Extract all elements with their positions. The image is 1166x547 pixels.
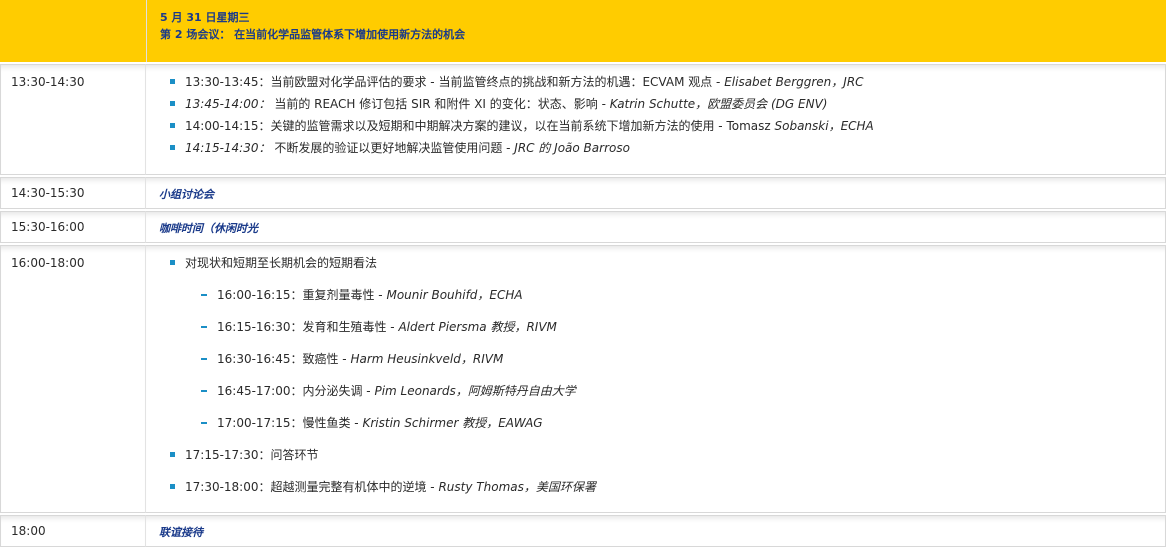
sub-list-item: 16:15-16:30：发育和生殖毒性 - Aldert Piersma 教授，… (201, 318, 557, 335)
list-item: 17:15-17:30：问答环节 (170, 446, 319, 463)
list-item: 17:30-18:00：超越测量完整有机体中的逆境 - Rusty Thomas… (170, 478, 596, 495)
list-item: 14:15-14:30： 不断发展的验证以更好地解决监管使用问题 - JRC 的… (170, 139, 630, 156)
bullet-icon (170, 260, 175, 265)
bullet-icon (170, 484, 175, 489)
row-time: 13:30-14:30 (11, 75, 85, 89)
row-time: 14:30-15:30 (11, 186, 85, 200)
session-header-row: 5 月 31 日星期三 第 2 场会议： 在当前化学品监管体系下增加使用新方法的… (0, 0, 1166, 62)
row-content-cell: 咖啡时间（休闲时光 (146, 211, 1166, 243)
list-item: 13:30-13:45：当前欧盟对化学品评估的要求 - 当前监管终点的挑战和新方… (170, 73, 864, 90)
agenda-row: 13:30-14:30 13:30-13:45：当前欧盟对化学品评估的要求 - … (0, 64, 1166, 175)
session-date: 5 月 31 日星期三 (160, 11, 250, 24)
row-title: 小组讨论会 (159, 188, 214, 201)
row-content-cell: 小组讨论会 (146, 177, 1166, 209)
dash-icon (201, 389, 207, 392)
dash-icon (201, 357, 207, 360)
agenda-row: 15:30-16:00 咖啡时间（休闲时光 (0, 211, 1166, 243)
row-title: 联谊接待 (159, 526, 203, 539)
row-time-cell: 13:30-14:30 (0, 64, 146, 175)
bullet-icon (170, 79, 175, 84)
row-time-cell: 15:30-16:00 (0, 211, 146, 243)
sub-list-item: 17:00-17:15：慢性鱼类 - Kristin Schirmer 教授，E… (201, 414, 543, 431)
bullet-icon (170, 452, 175, 457)
agenda-row: 14:30-15:30 小组讨论会 (0, 177, 1166, 209)
bullet-icon (170, 145, 175, 150)
agenda-row: 18:00 联谊接待 (0, 515, 1166, 547)
sub-list-item: 16:30-16:45：致癌性 - Harm Heusinkveld，RIVM (201, 350, 503, 367)
row-time: 18:00 (11, 524, 46, 538)
row-content-cell: 对现状和短期至长期机会的短期看法 16:00-16:15：重复剂量毒性 - Mo… (146, 245, 1166, 513)
sub-list-item: 16:00-16:15：重复剂量毒性 - Mounir Bouhifd，ECHA (201, 286, 523, 303)
dash-icon (201, 421, 207, 424)
session-title: 第 2 场会议： 在当前化学品监管体系下增加使用新方法的机会 (160, 28, 466, 41)
dash-icon (201, 325, 207, 328)
list-item: 对现状和短期至长期机会的短期看法 (170, 254, 377, 271)
list-item: 13:45-14:00： 当前的 REACH 修订包括 SIR 和附件 XI 的… (170, 95, 827, 112)
bullet-icon (170, 123, 175, 128)
agenda-row: 16:00-18:00 对现状和短期至长期机会的短期看法 16:00-16:15… (0, 245, 1166, 513)
sub-list-item: 16:45-17:00：内分泌失调 - Pim Leonards，阿姆斯特丹自由… (201, 382, 576, 399)
row-time-cell: 14:30-15:30 (0, 177, 146, 209)
list-item: 14:00-14:15：关键的监管需求以及短期和中期解决方案的建议，以在当前系统… (170, 117, 874, 134)
row-time-cell: 16:00-18:00 (0, 245, 146, 513)
header-time-cell (0, 0, 146, 62)
row-title: 咖啡时间（休闲时光 (159, 222, 258, 235)
dash-icon (201, 293, 207, 296)
row-time: 16:00-18:00 (11, 256, 85, 270)
row-content-cell: 13:30-13:45：当前欧盟对化学品评估的要求 - 当前监管终点的挑战和新方… (146, 64, 1166, 175)
bullet-icon (170, 101, 175, 106)
row-content-cell: 联谊接待 (146, 515, 1166, 547)
header-main-cell: 5 月 31 日星期三 第 2 场会议： 在当前化学品监管体系下增加使用新方法的… (146, 0, 1166, 62)
row-time: 15:30-16:00 (11, 220, 85, 234)
row-time-cell: 18:00 (0, 515, 146, 547)
